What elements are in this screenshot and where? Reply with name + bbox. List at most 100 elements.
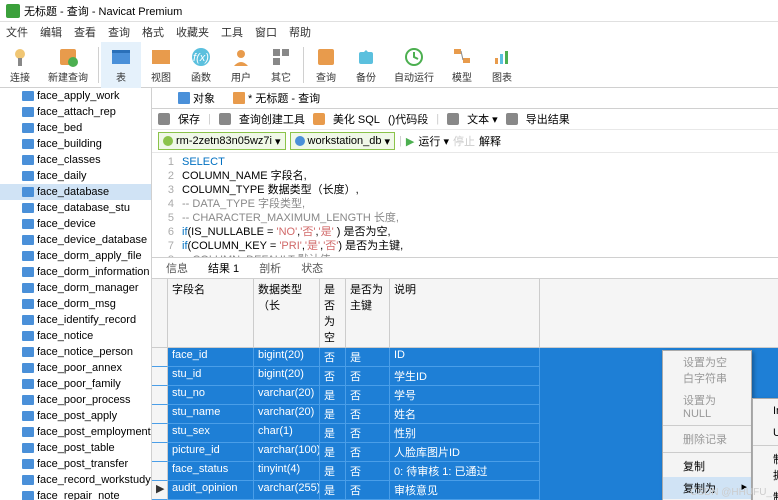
context-menu: 设置为空白字符串 设置为 NULL 删除记录 复制 复制为 粘贴 显示 xyxy=(662,350,752,500)
menu-format[interactable]: 格式 xyxy=(142,24,164,40)
chart-button[interactable]: 图表 xyxy=(482,42,522,88)
builder-icon xyxy=(219,113,231,125)
beautify-icon xyxy=(313,113,325,125)
table-icon xyxy=(22,347,34,357)
query-toolbar: 保存 | 查询创建工具 美化 SQL ()代码段 | 文本 ▾ 导出结果 xyxy=(152,109,778,130)
tab-info[interactable]: 信息 xyxy=(156,258,198,278)
ctx-update[interactable]: Update 语句 xyxy=(753,421,778,443)
tree-item[interactable]: face_record_workstudy xyxy=(0,472,151,488)
table-icon xyxy=(22,299,34,309)
table-icon xyxy=(22,411,34,421)
beautify-button[interactable]: 美化 SQL xyxy=(333,111,380,127)
tree-item[interactable]: face_poor_process xyxy=(0,392,151,408)
menu-fav[interactable]: 收藏夹 xyxy=(176,24,209,40)
function-button[interactable]: f(x)函数 xyxy=(181,42,221,88)
tree-item[interactable]: face_database xyxy=(0,184,151,200)
table-icon xyxy=(22,203,34,213)
table-icon xyxy=(22,123,34,133)
tree-item[interactable]: face_notice_person xyxy=(0,344,151,360)
code-button[interactable]: ()代码段 xyxy=(388,111,428,127)
backup-button[interactable]: 备份 xyxy=(346,42,386,88)
table-button[interactable]: 表 xyxy=(101,42,141,88)
tree-item[interactable]: face_post_transfer xyxy=(0,456,151,472)
ctx-insert[interactable]: Insert 语句 xyxy=(753,399,778,421)
explain-button[interactable]: 解释 xyxy=(479,133,501,149)
menu-tools[interactable]: 工具 xyxy=(221,24,243,40)
view-button[interactable]: 视图 xyxy=(141,42,181,88)
tab-objects[interactable]: 对象 xyxy=(172,88,221,108)
table-icon xyxy=(22,395,34,405)
table-icon xyxy=(22,251,34,261)
tree-item[interactable]: face_post_apply xyxy=(0,408,151,424)
tree-item[interactable]: face_dorm_information xyxy=(0,264,151,280)
app-icon xyxy=(6,4,20,18)
connection-bar: rm-2zetn83n05wz7i▾ workstation_db▾ | ▶运行… xyxy=(152,130,778,153)
other-button[interactable]: 其它 xyxy=(261,42,301,88)
tab-status[interactable]: 状态 xyxy=(291,258,333,278)
tab-query[interactable]: * 无标题 - 查询 xyxy=(227,88,326,108)
export-icon xyxy=(506,113,518,125)
table-icon xyxy=(22,267,34,277)
ctx-tsv-data[interactable]: 制表符分隔值（数据） xyxy=(753,448,778,486)
text-icon xyxy=(447,113,459,125)
sidebar-tree[interactable]: face_apply_workface_attach_repface_bedfa… xyxy=(0,88,152,500)
tree-item[interactable]: face_dorm_manager xyxy=(0,280,151,296)
menu-file[interactable]: 文件 xyxy=(6,24,28,40)
user-button[interactable]: 用户 xyxy=(221,42,261,88)
window-title: 无标题 - 查询 - Navicat Premium xyxy=(24,3,182,19)
table-icon xyxy=(22,91,34,101)
menu-help[interactable]: 帮助 xyxy=(289,24,311,40)
autorun-button[interactable]: 自动运行 xyxy=(386,42,442,88)
tree-item[interactable]: face_post_table xyxy=(0,440,151,456)
table-icon xyxy=(22,235,34,245)
text-button[interactable]: 文本 ▾ xyxy=(467,111,498,127)
builder-button[interactable]: 查询创建工具 xyxy=(239,111,305,127)
tree-item[interactable]: face_dorm_apply_file xyxy=(0,248,151,264)
tree-item[interactable]: face_database_stu xyxy=(0,200,151,216)
tree-item[interactable]: face_poor_annex xyxy=(0,360,151,376)
tab-result1[interactable]: 结果 1 xyxy=(198,258,249,278)
menu-view[interactable]: 查看 xyxy=(74,24,96,40)
table-icon xyxy=(22,315,34,325)
tree-item[interactable]: face_bed xyxy=(0,120,151,136)
tab-profile[interactable]: 剖析 xyxy=(249,258,291,278)
tree-item[interactable]: face_classes xyxy=(0,152,151,168)
menu-query[interactable]: 查询 xyxy=(108,24,130,40)
db-select[interactable]: workstation_db▾ xyxy=(290,132,396,150)
table-icon xyxy=(22,155,34,165)
run-icon: ▶ xyxy=(406,135,414,148)
tree-item[interactable]: face_device xyxy=(0,216,151,232)
table-icon xyxy=(22,171,34,181)
save-button[interactable]: 保存 xyxy=(178,111,200,127)
svg-text:f(x): f(x) xyxy=(193,52,209,64)
server-select[interactable]: rm-2zetn83n05wz7i▾ xyxy=(158,132,286,150)
tree-item[interactable]: face_attach_rep xyxy=(0,104,151,120)
export-button[interactable]: 导出结果 xyxy=(526,111,570,127)
tree-item[interactable]: face_device_database xyxy=(0,232,151,248)
tree-item[interactable]: face_apply_work xyxy=(0,88,151,104)
ctx-copy[interactable]: 复制 xyxy=(663,455,751,477)
watermark: CSDN @HHUFU_ xyxy=(690,487,772,498)
save-icon xyxy=(158,113,170,125)
connect-button[interactable]: 连接 xyxy=(0,42,40,88)
menu-window[interactable]: 窗口 xyxy=(255,24,277,40)
tree-item[interactable]: face_building xyxy=(0,136,151,152)
table-icon xyxy=(22,491,34,500)
run-button[interactable]: 运行 ▾ xyxy=(418,133,449,149)
table-icon xyxy=(22,139,34,149)
context-submenu: Insert 语句 Update 语句 制表符分隔值（数据） 制表符分隔值（字段… xyxy=(752,398,778,500)
title-bar: 无标题 - 查询 - Navicat Premium xyxy=(0,0,778,22)
tree-item[interactable]: face_dorm_msg xyxy=(0,296,151,312)
tree-item[interactable]: face_repair_note xyxy=(0,488,151,500)
tree-item[interactable]: face_notice xyxy=(0,328,151,344)
query-button[interactable]: 查询 xyxy=(306,42,346,88)
tree-item[interactable]: face_post_employment xyxy=(0,424,151,440)
newquery-button[interactable]: 新建查询 xyxy=(40,42,96,88)
table-icon xyxy=(22,443,34,453)
menu-edit[interactable]: 编辑 xyxy=(40,24,62,40)
model-button[interactable]: 模型 xyxy=(442,42,482,88)
tree-item[interactable]: face_identify_record xyxy=(0,312,151,328)
tree-item[interactable]: face_poor_family xyxy=(0,376,151,392)
tree-item[interactable]: face_daily xyxy=(0,168,151,184)
sql-editor[interactable]: 1SELECT2 COLUMN_NAME 字段名,3 COLUMN_TYPE 数… xyxy=(152,153,778,257)
